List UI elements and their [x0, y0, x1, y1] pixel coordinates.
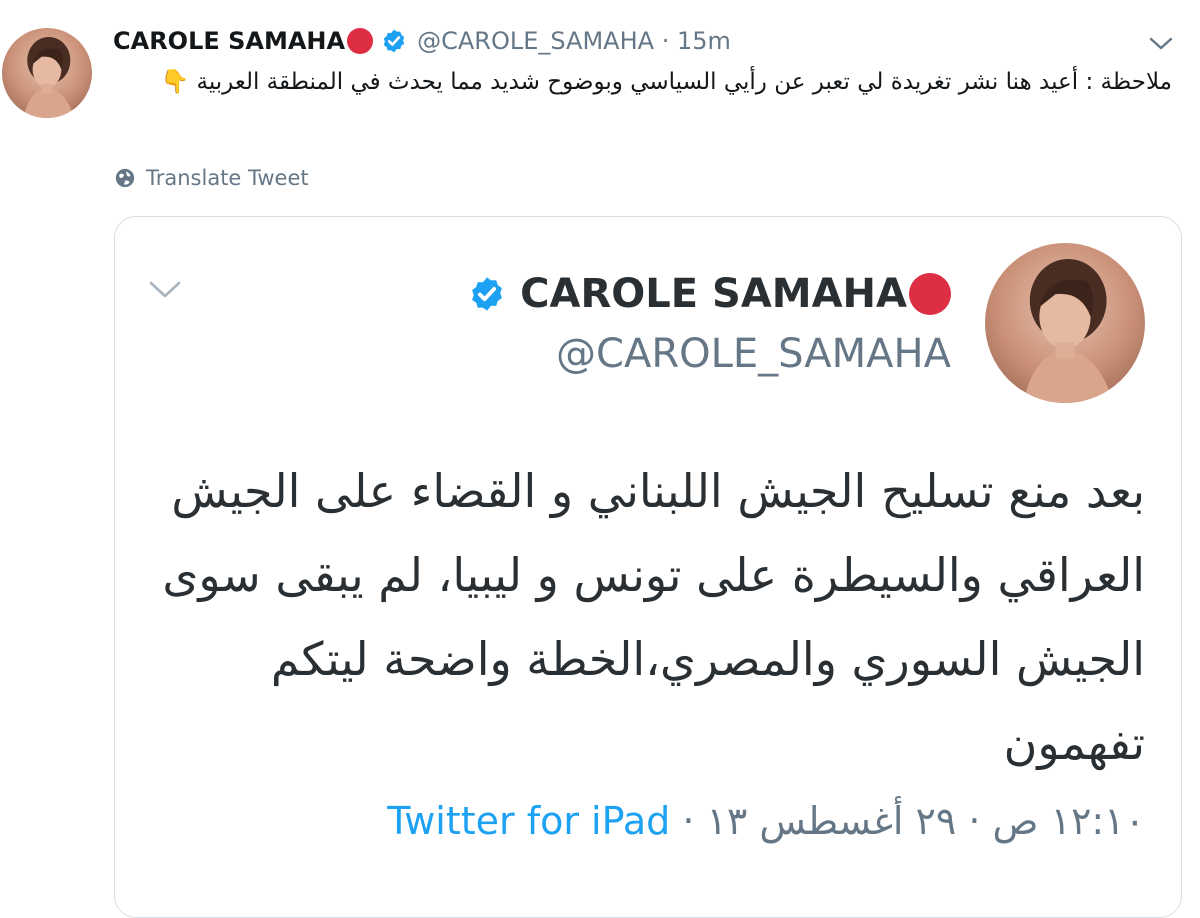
- quoted-tweet-text: بعد منع تسليح الجيش اللبناني و القضاء عل…: [162, 464, 1145, 770]
- display-name[interactable]: CAROLE SAMAHA: [113, 27, 345, 55]
- handle[interactable]: @CAROLE_SAMAHA · 15m: [417, 27, 731, 55]
- translate-tweet-link[interactable]: Translate Tweet: [114, 163, 309, 193]
- quoted-timestamp[interactable]: ١٢:١٠ ص · ٢٩ أغسطس ١٣: [707, 799, 1145, 843]
- quoted-header: CAROLE SAMAHA: [455, 269, 951, 319]
- quoted-tweet-card[interactable]: CAROLE SAMAHA @CAROLE_SAMAHA بعد منع تسل…: [114, 216, 1182, 918]
- verified-badge-icon: [468, 275, 506, 313]
- chevron-down-icon[interactable]: [147, 279, 183, 301]
- quoted-handle[interactable]: @CAROLE_SAMAHA: [515, 331, 951, 377]
- tweet-text: ملاحظة : أعيد هنا نشر تغريدة لي تعبر عن …: [160, 69, 1172, 95]
- red-circle-emoji: [347, 28, 374, 54]
- verified-badge-icon: [381, 28, 407, 54]
- avatar-photo: [23, 37, 75, 118]
- globe-icon: [115, 168, 135, 188]
- avatar[interactable]: [2, 28, 92, 118]
- chevron-down-icon[interactable]: [1148, 36, 1174, 52]
- quoted-tweet-footer: Twitter for iPad · ١٢:١٠ ص · ٢٩ أغسطس ١٣: [387, 799, 1145, 843]
- quoted-display-name[interactable]: CAROLE SAMAHA: [520, 271, 907, 317]
- avatar-photo: [1023, 259, 1113, 403]
- tweet-header: CAROLE SAMAHA @CAROLE_SAMAHA · 15m: [113, 24, 731, 58]
- red-circle-emoji: [909, 273, 951, 315]
- source-link[interactable]: Twitter for iPad: [387, 799, 670, 843]
- translate-label[interactable]: Translate Tweet: [146, 166, 309, 190]
- quoted-avatar[interactable]: [985, 243, 1145, 403]
- tweet-time[interactable]: 15m: [677, 27, 731, 55]
